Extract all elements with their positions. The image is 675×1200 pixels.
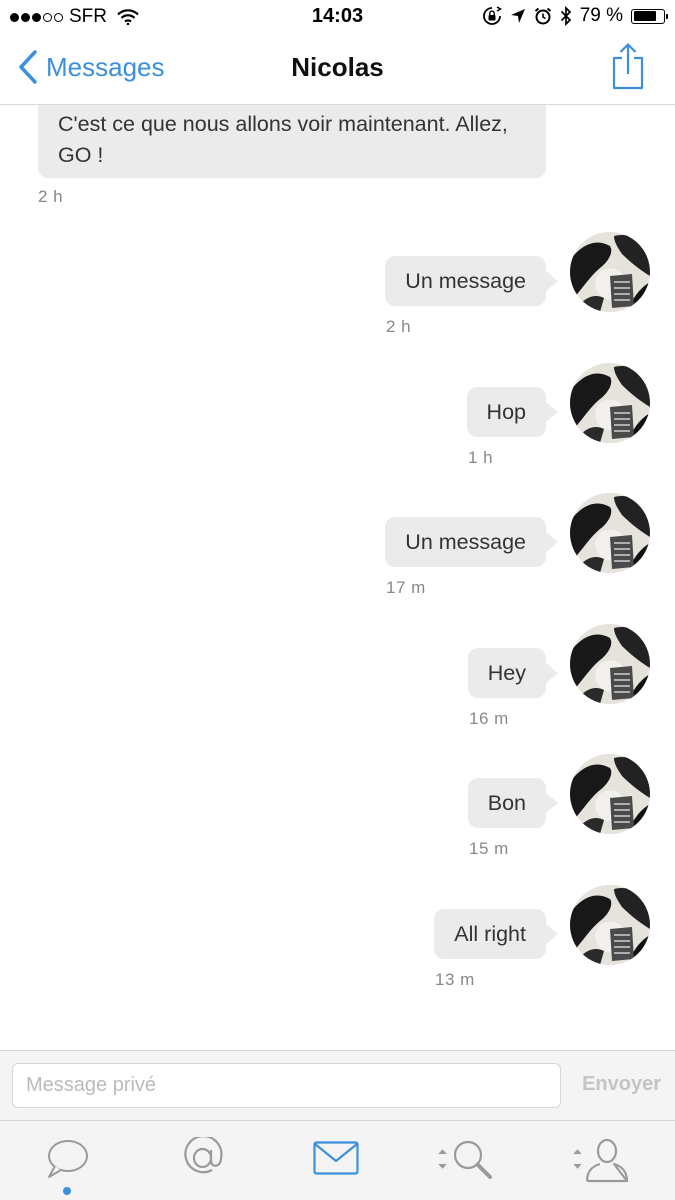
speech-bubble-icon [48,1140,88,1178]
status-bar: SFR 14:03 79 % [0,0,675,34]
tab-conversations[interactable] [44,1137,90,1188]
outgoing-message-bubble[interactable]: Un message [385,256,558,306]
location-arrow-icon [510,9,525,23]
conversation-title: Nicolas [291,52,384,82]
avatar[interactable] [570,362,650,443]
outgoing-message-bubble[interactable]: Un message [385,517,558,567]
incoming-message-text: C'est ce que nous allons voir maintenant… [58,112,508,167]
tab-private-messages[interactable] [313,1141,359,1180]
avatar[interactable] [570,754,650,834]
send-button[interactable]: Envoyer [582,1073,661,1096]
envelope-icon [313,1141,359,1175]
message-input[interactable] [12,1063,561,1108]
battery-level [633,11,656,21]
outgoing-message-row: Un message 2 h [0,232,675,342]
tab-search[interactable] [436,1137,494,1186]
rotation-lock-icon [482,6,502,25]
outgoing-message-row: Hey 16 m [0,623,675,734]
outgoing-message-row: Hop 1 h [0,362,675,473]
at-sign-icon [184,1135,223,1174]
outgoing-message-bubble[interactable]: Hey [467,647,559,698]
outgoing-message-row: Un message 17 m [0,493,675,603]
unread-badge [63,1187,71,1195]
outgoing-message-row: Bon 15 m [0,754,675,864]
tab-profile[interactable] [571,1137,629,1188]
outgoing-message-time: 16 m [469,708,509,728]
alarm-icon [534,7,551,25]
status-bar-right: 79 % [482,5,668,27]
search-icon [438,1140,492,1179]
bluetooth-icon [560,6,571,26]
navigation-bar: Messages Nicolas [0,34,675,105]
outgoing-message-time: 15 m [469,839,509,858]
incoming-message-time: 2 h [38,187,64,206]
outgoing-message-time: 1 h [468,447,494,467]
battery-percentage: 79 % [579,5,623,26]
outgoing-message-bubble[interactable]: All right [434,908,558,959]
share-button[interactable] [611,42,645,95]
user-icon [573,1138,629,1183]
avatar[interactable] [570,232,650,312]
tab-mentions[interactable] [181,1135,225,1186]
share-icon [612,43,644,90]
outgoing-message-time: 13 m [435,969,475,989]
outgoing-message-row: All right 13 m [0,884,675,995]
tab-bar [0,1120,675,1200]
outgoing-message-time: 17 m [386,578,426,597]
avatar[interactable] [570,884,650,965]
message-thread[interactable]: C'est ce que nous allons voir maintenant… [0,105,675,1050]
incoming-message-bubble[interactable]: C'est ce que nous allons voir maintenant… [38,105,546,178]
composer-bar: Envoyer [0,1050,675,1120]
outgoing-message-bubble[interactable]: Hop [466,386,559,437]
avatar[interactable] [570,623,650,704]
outgoing-message-time: 2 h [386,317,412,336]
battery-icon [631,8,668,24]
avatar[interactable] [570,493,650,573]
outgoing-message-bubble[interactable]: Bon [467,778,559,828]
